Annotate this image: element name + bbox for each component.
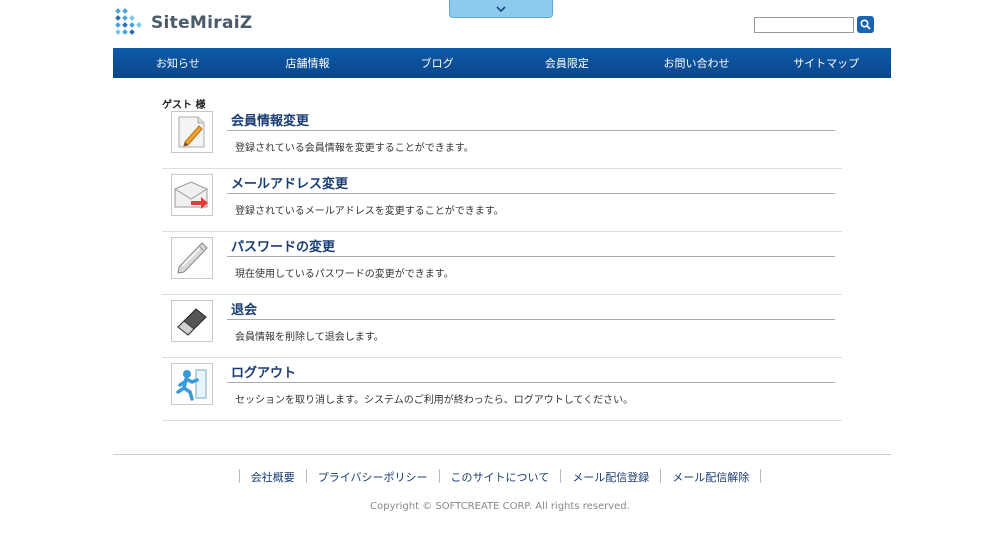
key-icon[interactable] bbox=[171, 237, 213, 279]
divider bbox=[227, 319, 835, 320]
menu-item-title[interactable]: 会員情報変更 bbox=[231, 110, 309, 129]
menu-item-description: 登録されている会員情報を変更することができます。 bbox=[235, 143, 474, 154]
exit-person-icon[interactable] bbox=[171, 363, 213, 405]
nav-item-news[interactable]: お知らせ bbox=[113, 48, 243, 78]
divider bbox=[227, 193, 835, 194]
menu-item-title[interactable]: 退会 bbox=[231, 299, 257, 318]
menu-item-withdraw: 退会 会員情報を削除して退会します。 bbox=[162, 295, 842, 358]
footer-separator bbox=[760, 469, 762, 483]
menu-item-title[interactable]: パスワードの変更 bbox=[231, 236, 335, 255]
search-icon bbox=[860, 19, 871, 30]
menu-item-description: 登録されているメールアドレスを変更することができます。 bbox=[235, 206, 504, 217]
nav-item-sitemap[interactable]: サイトマップ bbox=[761, 48, 891, 78]
menu-item-description: 会員情報を削除して退会します。 bbox=[235, 332, 384, 343]
envelope-arrow-icon[interactable] bbox=[171, 174, 213, 216]
copyright: Copyright © SOFTCREATE CORP. All rights … bbox=[370, 501, 630, 512]
site-logo[interactable]: SiteMiraiZ bbox=[113, 5, 252, 41]
site-search bbox=[754, 16, 874, 33]
logo-mark-icon bbox=[113, 7, 145, 39]
chevron-down-icon bbox=[496, 5, 506, 12]
nav-item-shop-info[interactable]: 店舗情報 bbox=[243, 48, 373, 78]
footer-link-mail-unsubscribe[interactable]: メール配信解除 bbox=[661, 469, 760, 485]
menu-item-password: パスワードの変更 現在使用しているパスワードの変更ができます。 bbox=[162, 232, 842, 295]
search-input[interactable] bbox=[754, 16, 854, 33]
nav-item-blog[interactable]: ブログ bbox=[372, 48, 502, 78]
menu-item-logout: ログアウト セッションを取り消します。システムのご利用が終わったら、ログアウトし… bbox=[162, 358, 842, 421]
logo-text: SiteMiraiZ bbox=[151, 13, 253, 33]
footer-link-about[interactable]: このサイトについて bbox=[440, 469, 561, 485]
menu-item-profile: 会員情報変更 登録されている会員情報を変更することができます。 bbox=[162, 106, 842, 169]
main-nav: お知らせ 店舗情報 ブログ 会員限定 お問い合わせ サイトマップ bbox=[113, 48, 891, 78]
footer-link-privacy[interactable]: プライバシーポリシー bbox=[307, 469, 439, 485]
divider bbox=[227, 256, 835, 257]
edit-document-icon[interactable] bbox=[171, 111, 213, 153]
header-toggle-tab[interactable] bbox=[449, 0, 553, 18]
menu-item-description: セッションを取り消します。システムのご利用が終わったら、ログアウトしてください。 bbox=[235, 395, 634, 406]
divider bbox=[227, 382, 835, 383]
menu-item-title[interactable]: メールアドレス変更 bbox=[231, 173, 348, 192]
nav-item-contact[interactable]: お問い合わせ bbox=[632, 48, 762, 78]
nav-item-members-only[interactable]: 会員限定 bbox=[502, 48, 632, 78]
footer-link-company[interactable]: 会社概要 bbox=[240, 469, 306, 485]
member-menu: 会員情報変更 登録されている会員情報を変更することができます。 メールアドレス変… bbox=[162, 106, 842, 421]
footer-link-mail-subscribe[interactable]: メール配信登録 bbox=[561, 469, 660, 485]
footer-divider bbox=[113, 454, 891, 455]
menu-item-description: 現在使用しているパスワードの変更ができます。 bbox=[235, 269, 454, 280]
footer-links: 会社概要 プライバシーポリシー このサイトについて メール配信登録 メール配信解… bbox=[0, 469, 1000, 485]
menu-item-email: メールアドレス変更 登録されているメールアドレスを変更することができます。 bbox=[162, 169, 842, 232]
divider bbox=[227, 130, 835, 131]
search-button[interactable] bbox=[857, 16, 874, 33]
eraser-icon[interactable] bbox=[171, 300, 213, 342]
menu-item-title[interactable]: ログアウト bbox=[231, 362, 296, 381]
